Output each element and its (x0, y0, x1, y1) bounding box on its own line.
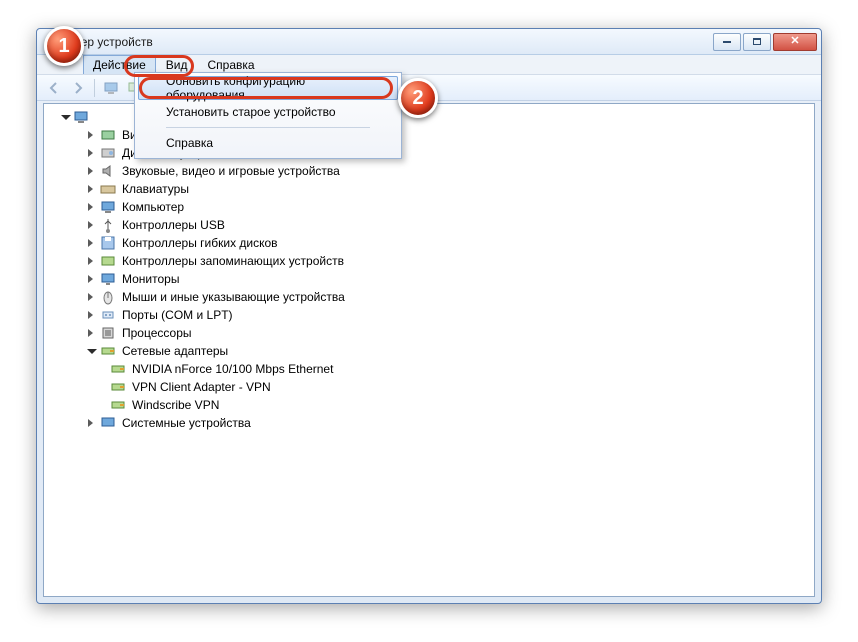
tb-computer-button[interactable] (100, 77, 122, 99)
tree-item[interactable]: Мониторы (46, 270, 810, 288)
arrow-right-icon (70, 80, 86, 96)
maximize-button[interactable] (743, 33, 771, 51)
monitor-icon (100, 271, 116, 287)
port-icon (100, 307, 116, 323)
menu-separator (166, 127, 370, 128)
chevron-right-icon (86, 147, 98, 159)
maximize-icon (753, 38, 761, 45)
disk-icon (100, 145, 116, 161)
tree-item[interactable]: Контроллеры гибких дисков (46, 234, 810, 252)
system-device-icon (100, 415, 116, 431)
network-adapter-icon (110, 397, 126, 413)
storage-controller-icon (100, 253, 116, 269)
network-adapter-icon (100, 343, 116, 359)
computer-icon (74, 109, 90, 125)
callout-1: 1 (44, 26, 84, 66)
chevron-right-icon (86, 183, 98, 195)
chevron-right-icon (86, 417, 98, 429)
chevron-right-icon (86, 219, 98, 231)
menu-item-install-legacy[interactable]: Установить старое устройство (138, 100, 398, 124)
arrow-left-icon (46, 80, 62, 96)
chevron-right-icon (86, 309, 98, 321)
chevron-down-icon (86, 345, 98, 357)
network-adapter-icon (110, 361, 126, 377)
usb-icon (100, 217, 116, 233)
tree-item[interactable]: Системные устройства (46, 414, 810, 432)
tree-view[interactable]: Видеоадаптеры Дисковые устройства Звуков… (43, 103, 815, 597)
minimize-button[interactable] (713, 33, 741, 51)
tree-item[interactable]: VPN Client Adapter - VPN (46, 378, 810, 396)
chevron-down-icon (60, 111, 72, 123)
mouse-icon (100, 289, 116, 305)
window-title: тчер устройств (69, 35, 713, 49)
tree-item-network[interactable]: Сетевые адаптеры (46, 342, 810, 360)
computer-icon (103, 80, 119, 96)
display-adapter-icon (100, 127, 116, 143)
callout-2: 2 (398, 78, 438, 118)
keyboard-icon (100, 181, 116, 197)
titlebar: тчер устройств ✕ (37, 29, 821, 55)
tree-item[interactable]: Мыши и иные указывающие устройства (46, 288, 810, 306)
forward-button[interactable] (67, 77, 89, 99)
tree-item[interactable]: Контроллеры запоминающих устройств (46, 252, 810, 270)
chevron-right-icon (86, 129, 98, 141)
computer-icon (100, 199, 116, 215)
network-adapter-icon (110, 379, 126, 395)
cpu-icon (100, 325, 116, 341)
chevron-right-icon (86, 291, 98, 303)
tree-item[interactable]: Контроллеры USB (46, 216, 810, 234)
back-button[interactable] (43, 77, 65, 99)
chevron-right-icon (86, 201, 98, 213)
chevron-right-icon (86, 165, 98, 177)
chevron-right-icon (86, 255, 98, 267)
floppy-icon (100, 235, 116, 251)
menu-item-refresh-hardware[interactable]: Обновить конфигурацию оборудования (138, 76, 398, 100)
chevron-right-icon (86, 273, 98, 285)
tree-item[interactable]: Звуковые, видео и игровые устройства (46, 162, 810, 180)
tree-item[interactable]: Windscribe VPN (46, 396, 810, 414)
tree-item[interactable]: Компьютер (46, 198, 810, 216)
audio-icon (100, 163, 116, 179)
tree-item[interactable]: Порты (COM и LPT) (46, 306, 810, 324)
close-icon: ✕ (790, 36, 799, 47)
chevron-right-icon (86, 327, 98, 339)
action-menu-dropdown: Обновить конфигурацию оборудования Устан… (134, 72, 402, 159)
chevron-right-icon (86, 237, 98, 249)
tree-item[interactable]: Процессоры (46, 324, 810, 342)
minimize-icon (723, 41, 731, 43)
close-button[interactable]: ✕ (773, 33, 817, 51)
tree-item[interactable]: NVIDIA nForce 10/100 Mbps Ethernet (46, 360, 810, 378)
tree-item[interactable]: Клавиатуры (46, 180, 810, 198)
menu-item-help[interactable]: Справка (138, 131, 398, 155)
